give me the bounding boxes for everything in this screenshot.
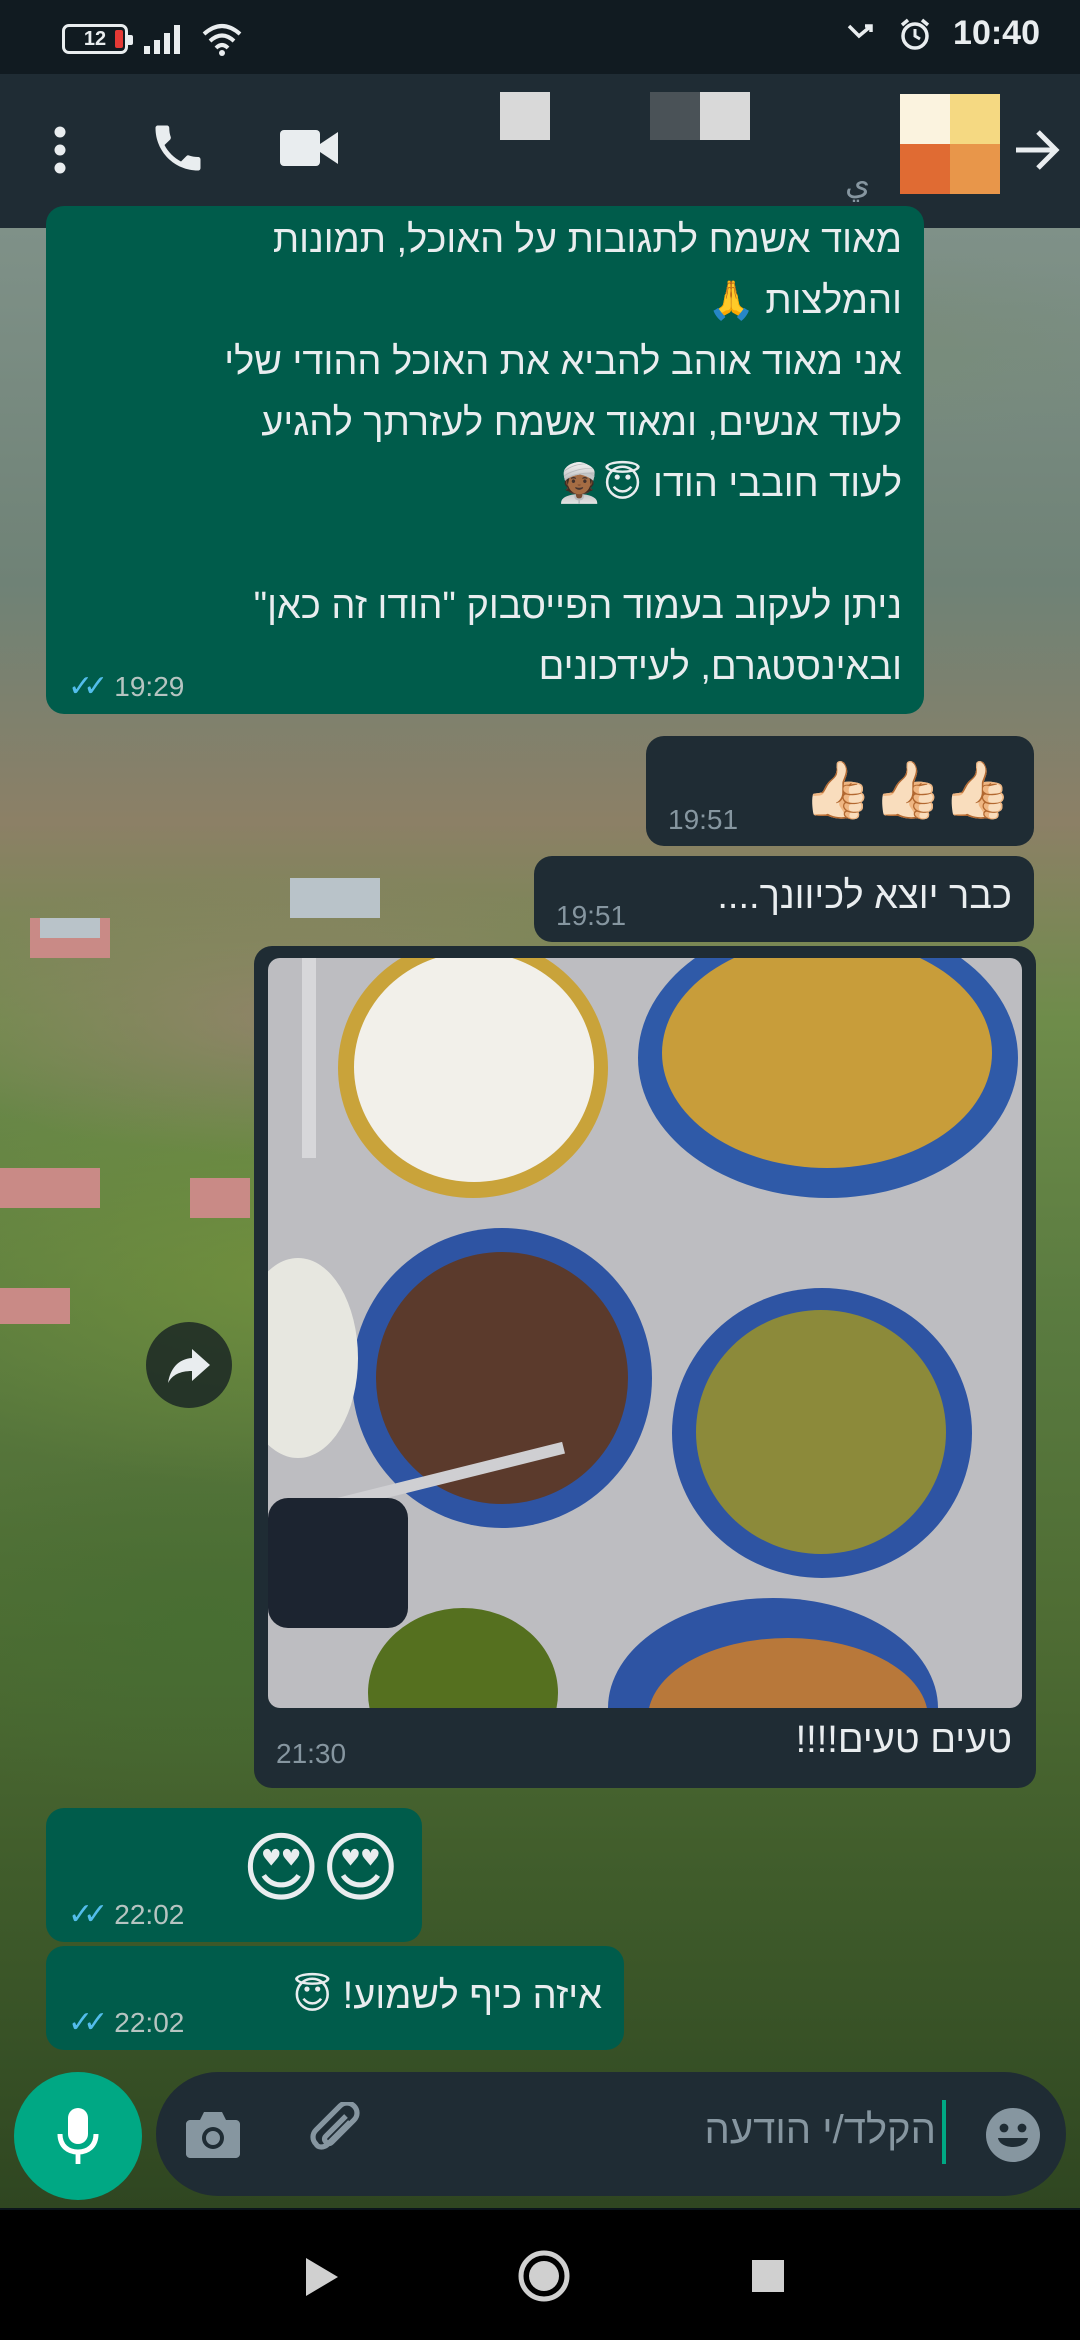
message-line: מאוד אשמח לתגובות על האוכל, תמונות [272, 219, 902, 261]
message-line: והמלצות 🙏 [707, 280, 902, 322]
battery-level: 12 [83, 27, 107, 50]
message-meta: 21:30 [276, 1738, 346, 1770]
forward-icon [168, 1349, 210, 1383]
home-nav-icon[interactable] [516, 2248, 572, 2304]
read-ticks-icon: ✓✓ [68, 670, 108, 703]
message-bubble-incoming[interactable]: כבר יוצא לכיוונך.... 19:51 [534, 856, 1034, 942]
forward-button[interactable] [146, 1322, 232, 1408]
phone-icon[interactable] [148, 118, 208, 178]
attach-icon[interactable] [306, 2102, 370, 2166]
message-line [68, 515, 902, 576]
alarm-icon [900, 18, 930, 50]
signal-icon [144, 25, 180, 54]
message-time: 19:51 [668, 804, 739, 835]
message-line: לעוד אנשים, ומאוד אשמח לעזרתך להגיע [261, 402, 902, 444]
more-vert-icon[interactable] [48, 118, 72, 182]
status-bar: 12 10:40 [0, 0, 1080, 74]
message-meta: ✓✓ 22:02 [68, 2005, 184, 2040]
message-line: אני מאוד אוהב להביא את האוכל ההודי שלי [224, 341, 902, 383]
message-bubble-outgoing[interactable]: איזה כיף לשמוע! 😇 ✓✓ 22:02 [46, 1946, 624, 2050]
arrow-forward-icon[interactable] [1012, 120, 1062, 180]
read-ticks-icon: ✓✓ [68, 2006, 108, 2039]
microphone-icon [57, 2108, 99, 2164]
message-input[interactable]: הקלד/י הודעה [705, 2108, 936, 2153]
recents-nav-icon[interactable] [750, 2258, 786, 2294]
message-bubble-outgoing[interactable]: 😍😍 ✓✓ 22:02 [46, 1808, 422, 1942]
contact-name[interactable]: ي [450, 164, 870, 202]
image-caption: טעים טעים!!!! [795, 1719, 1012, 1761]
food-photo[interactable] [268, 958, 1022, 1708]
message-meta: ✓✓ 22:02 [68, 1897, 184, 1932]
emoji-icon[interactable] [984, 2106, 1042, 2164]
video-camera-icon[interactable] [278, 124, 340, 172]
message-time: 22:02 [114, 2006, 185, 2038]
contact-avatar[interactable] [900, 94, 1000, 194]
message-bubble-incoming[interactable]: 👍🏻👍🏻👍🏻 19:51 [646, 736, 1034, 846]
camera-icon[interactable] [184, 2108, 242, 2160]
message-time: 19:29 [114, 670, 185, 702]
message-meta: ✓✓ 19:29 [68, 669, 184, 704]
message-line: לעוד חובבי הודו 😇👳🏾 [555, 463, 902, 505]
message-line: ובאינסטגרם, לעידכונים [538, 646, 902, 688]
back-nav-icon[interactable] [302, 2256, 342, 2298]
contact-name-redacted[interactable] [498, 92, 758, 144]
message-input-bar[interactable]: הקלד/י הודעה [156, 2072, 1066, 2196]
text-cursor [942, 2100, 946, 2164]
battery-icon: 12 [62, 24, 133, 54]
message-meta: 19:51 [668, 804, 738, 836]
wifi-icon [202, 24, 242, 56]
voice-record-button[interactable] [14, 2072, 142, 2200]
message-time: 19:51 [556, 900, 627, 931]
status-time: 10:40 [953, 14, 1040, 52]
system-nav-bar [0, 2210, 1080, 2340]
message-line: ניתן לעקוב בעמוד הפייסבוק "הודו זה כאן" [253, 585, 902, 627]
message-bubble-outgoing[interactable]: מאוד אשמח לתגובות על האוכל, תמונות והמלצ… [46, 206, 924, 714]
chat-header: ي [0, 74, 1080, 228]
missed-call-icon [847, 23, 873, 38]
message-time: 21:30 [276, 1738, 347, 1769]
message-time: 22:02 [114, 1898, 185, 1930]
read-ticks-icon: ✓✓ [68, 1898, 108, 1931]
message-meta: 19:51 [556, 900, 626, 932]
